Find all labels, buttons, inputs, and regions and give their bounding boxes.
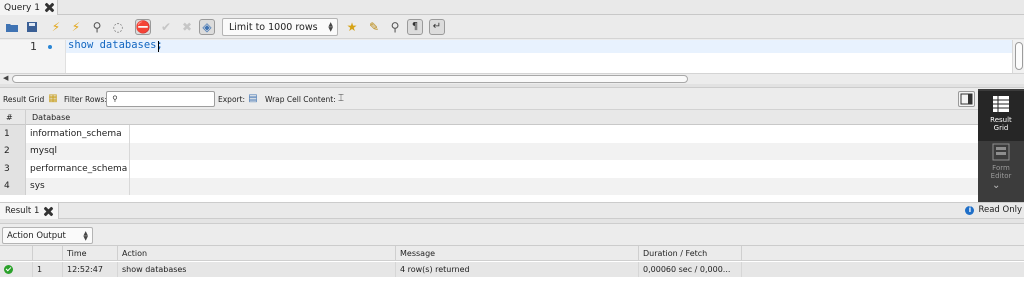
sql-code[interactable]: show databases; (68, 39, 163, 51)
editor-vertical-scrollbar[interactable] (1012, 40, 1024, 73)
column-header-filler (742, 246, 1024, 261)
read-only-label: Read Only (978, 205, 1022, 215)
message-cell[interactable]: 4 row(s) returned (396, 262, 639, 277)
action-cell[interactable]: show databases (118, 262, 396, 277)
table-row[interactable]: 2 mysql (0, 142, 978, 160)
result-grid-view-button[interactable]: Result Grid (978, 91, 1024, 141)
column-header-time[interactable]: Time (63, 246, 118, 261)
statement-marker-icon (48, 45, 52, 49)
query-tab-strip: Query 1 (0, 0, 1024, 15)
text-caret (158, 41, 159, 52)
explain-icon[interactable]: ⚲ (89, 19, 105, 35)
sql-editor-toolbar: ⚡ ⚡ ⚲ ◌ ⛔ ✔ ✖ ◈ Limit to 1000 rows ▲ ▼ ★ … (0, 15, 1024, 39)
database-cell[interactable]: information_schema (26, 125, 130, 143)
action-output-table[interactable]: Time Action Message Duration / Fetch 1 1… (0, 245, 1024, 288)
limit-rows-select[interactable]: Limit to 1000 rows ▲ ▼ (222, 18, 338, 36)
current-line-highlight (66, 40, 1012, 53)
wrap-lines-icon[interactable]: ↵ (429, 19, 445, 35)
wrap-cell-content-label: Wrap Cell Content: (265, 94, 336, 104)
invisible-chars-icon[interactable]: ¶ (407, 19, 423, 35)
execute-icon[interactable]: ⚡ (48, 19, 64, 35)
rollback-icon[interactable]: ✖ (179, 19, 195, 35)
column-header-message[interactable]: Message (396, 246, 639, 261)
result-grid-icon (993, 96, 1009, 112)
column-header-row-number[interactable]: # (0, 110, 26, 125)
filter-rows-label: Filter Rows: (64, 94, 107, 104)
save-icon[interactable] (24, 19, 40, 35)
updown-icon: ▲ ▼ (83, 230, 88, 242)
result-grid[interactable]: # Database 1 information_schema 2 mysql … (0, 109, 978, 202)
autocommit-icon[interactable]: ◈ (199, 19, 215, 35)
row-number: 1 (0, 125, 26, 143)
output-type-value: Action Output (7, 230, 66, 241)
toggle-side-panel-button[interactable] (958, 91, 975, 107)
export-label: Export: (218, 94, 246, 104)
editor-horizontal-scrollbar[interactable]: ◀ (0, 73, 1024, 84)
result-toolbar: Result Grid ▦ Filter Rows: ⚲ Export: ▤ W… (0, 89, 978, 109)
table-row[interactable]: 3 performance_schema (0, 160, 978, 178)
action-output-bar: Action Output ▲ ▼ (0, 224, 1024, 245)
column-header-duration[interactable]: Duration / Fetch (639, 246, 742, 261)
close-icon[interactable] (45, 3, 54, 12)
open-folder-icon[interactable] (4, 19, 20, 35)
output-type-select[interactable]: Action Output ▲ ▼ (2, 227, 93, 244)
row-number: 2 (0, 142, 26, 160)
table-row[interactable]: 1 information_schema (0, 125, 978, 143)
limit-rows-value: Limit to 1000 rows (229, 21, 318, 33)
form-editor-view-label: Form Editor (990, 164, 1012, 180)
form-editor-view-button[interactable]: Form Editor (978, 141, 1024, 191)
result-tab[interactable]: Result 1 (0, 203, 60, 219)
stop-icon[interactable]: ◌ (110, 19, 126, 35)
scroll-panel-icon[interactable]: ⌄ (992, 181, 1000, 191)
column-header-status[interactable] (0, 246, 33, 261)
line-number: 1 (30, 40, 37, 53)
result-tab-label: Result 1 (5, 206, 40, 216)
result-tabs: Result 1 i Read Only (0, 202, 1024, 219)
export-icon[interactable]: ▤ (247, 93, 259, 105)
status-cell (0, 262, 33, 277)
table-row[interactable]: 4 sys (0, 177, 978, 195)
wrap-cell-icon[interactable]: ⌶ (335, 93, 347, 105)
commit-icon[interactable]: ✔ (158, 19, 174, 35)
execute-current-icon[interactable]: ⚡ (68, 19, 84, 35)
scrollbar-thumb[interactable] (12, 75, 688, 83)
panel-splitter[interactable] (0, 84, 1024, 88)
toggle-stop-on-error-icon[interactable]: ⛔ (135, 19, 151, 35)
updown-icon: ▲ ▼ (328, 21, 333, 33)
filter-rows-input[interactable]: ⚲ (106, 91, 215, 107)
column-header-action[interactable]: Action (118, 246, 396, 261)
scroll-left-icon[interactable]: ◀ (3, 74, 8, 82)
filler-cell (742, 262, 1024, 277)
result-side-panel: Result Grid Form Editor ⌄ (978, 89, 1024, 202)
form-editor-icon (992, 143, 1010, 161)
find-icon[interactable]: ⚲ (387, 19, 403, 35)
database-cell[interactable]: sys (26, 177, 130, 195)
duration-cell[interactable]: 0,00060 sec / 0,000... (639, 262, 742, 277)
result-grid-label: Result Grid (3, 94, 45, 104)
success-icon (4, 265, 13, 274)
row-number: 4 (0, 177, 26, 195)
database-cell[interactable]: performance_schema (26, 160, 130, 178)
add-snippet-icon[interactable]: ★ (344, 19, 360, 35)
read-only-indicator: i Read Only (965, 205, 1022, 215)
info-icon: i (965, 205, 975, 215)
close-icon[interactable] (44, 207, 53, 216)
query-tab-label: Query 1 (4, 2, 40, 13)
grid-icon[interactable]: ▦ (47, 93, 59, 105)
number-cell[interactable]: 1 (33, 262, 63, 277)
database-cell[interactable]: mysql (26, 142, 130, 160)
row-number: 3 (0, 160, 26, 178)
column-header-number[interactable] (33, 246, 63, 261)
scrollbar-thumb[interactable] (1015, 42, 1023, 70)
time-cell[interactable]: 12:52:47 (63, 262, 118, 277)
sql-editor[interactable]: 1 show databases; (0, 39, 1024, 73)
column-header-database[interactable]: Database (26, 110, 978, 125)
result-grid-view-label: Result Grid (990, 116, 1012, 132)
beautify-icon[interactable]: ✎ (366, 19, 382, 35)
search-icon: ⚲ (112, 94, 118, 103)
query-tab[interactable]: Query 1 (0, 0, 58, 15)
